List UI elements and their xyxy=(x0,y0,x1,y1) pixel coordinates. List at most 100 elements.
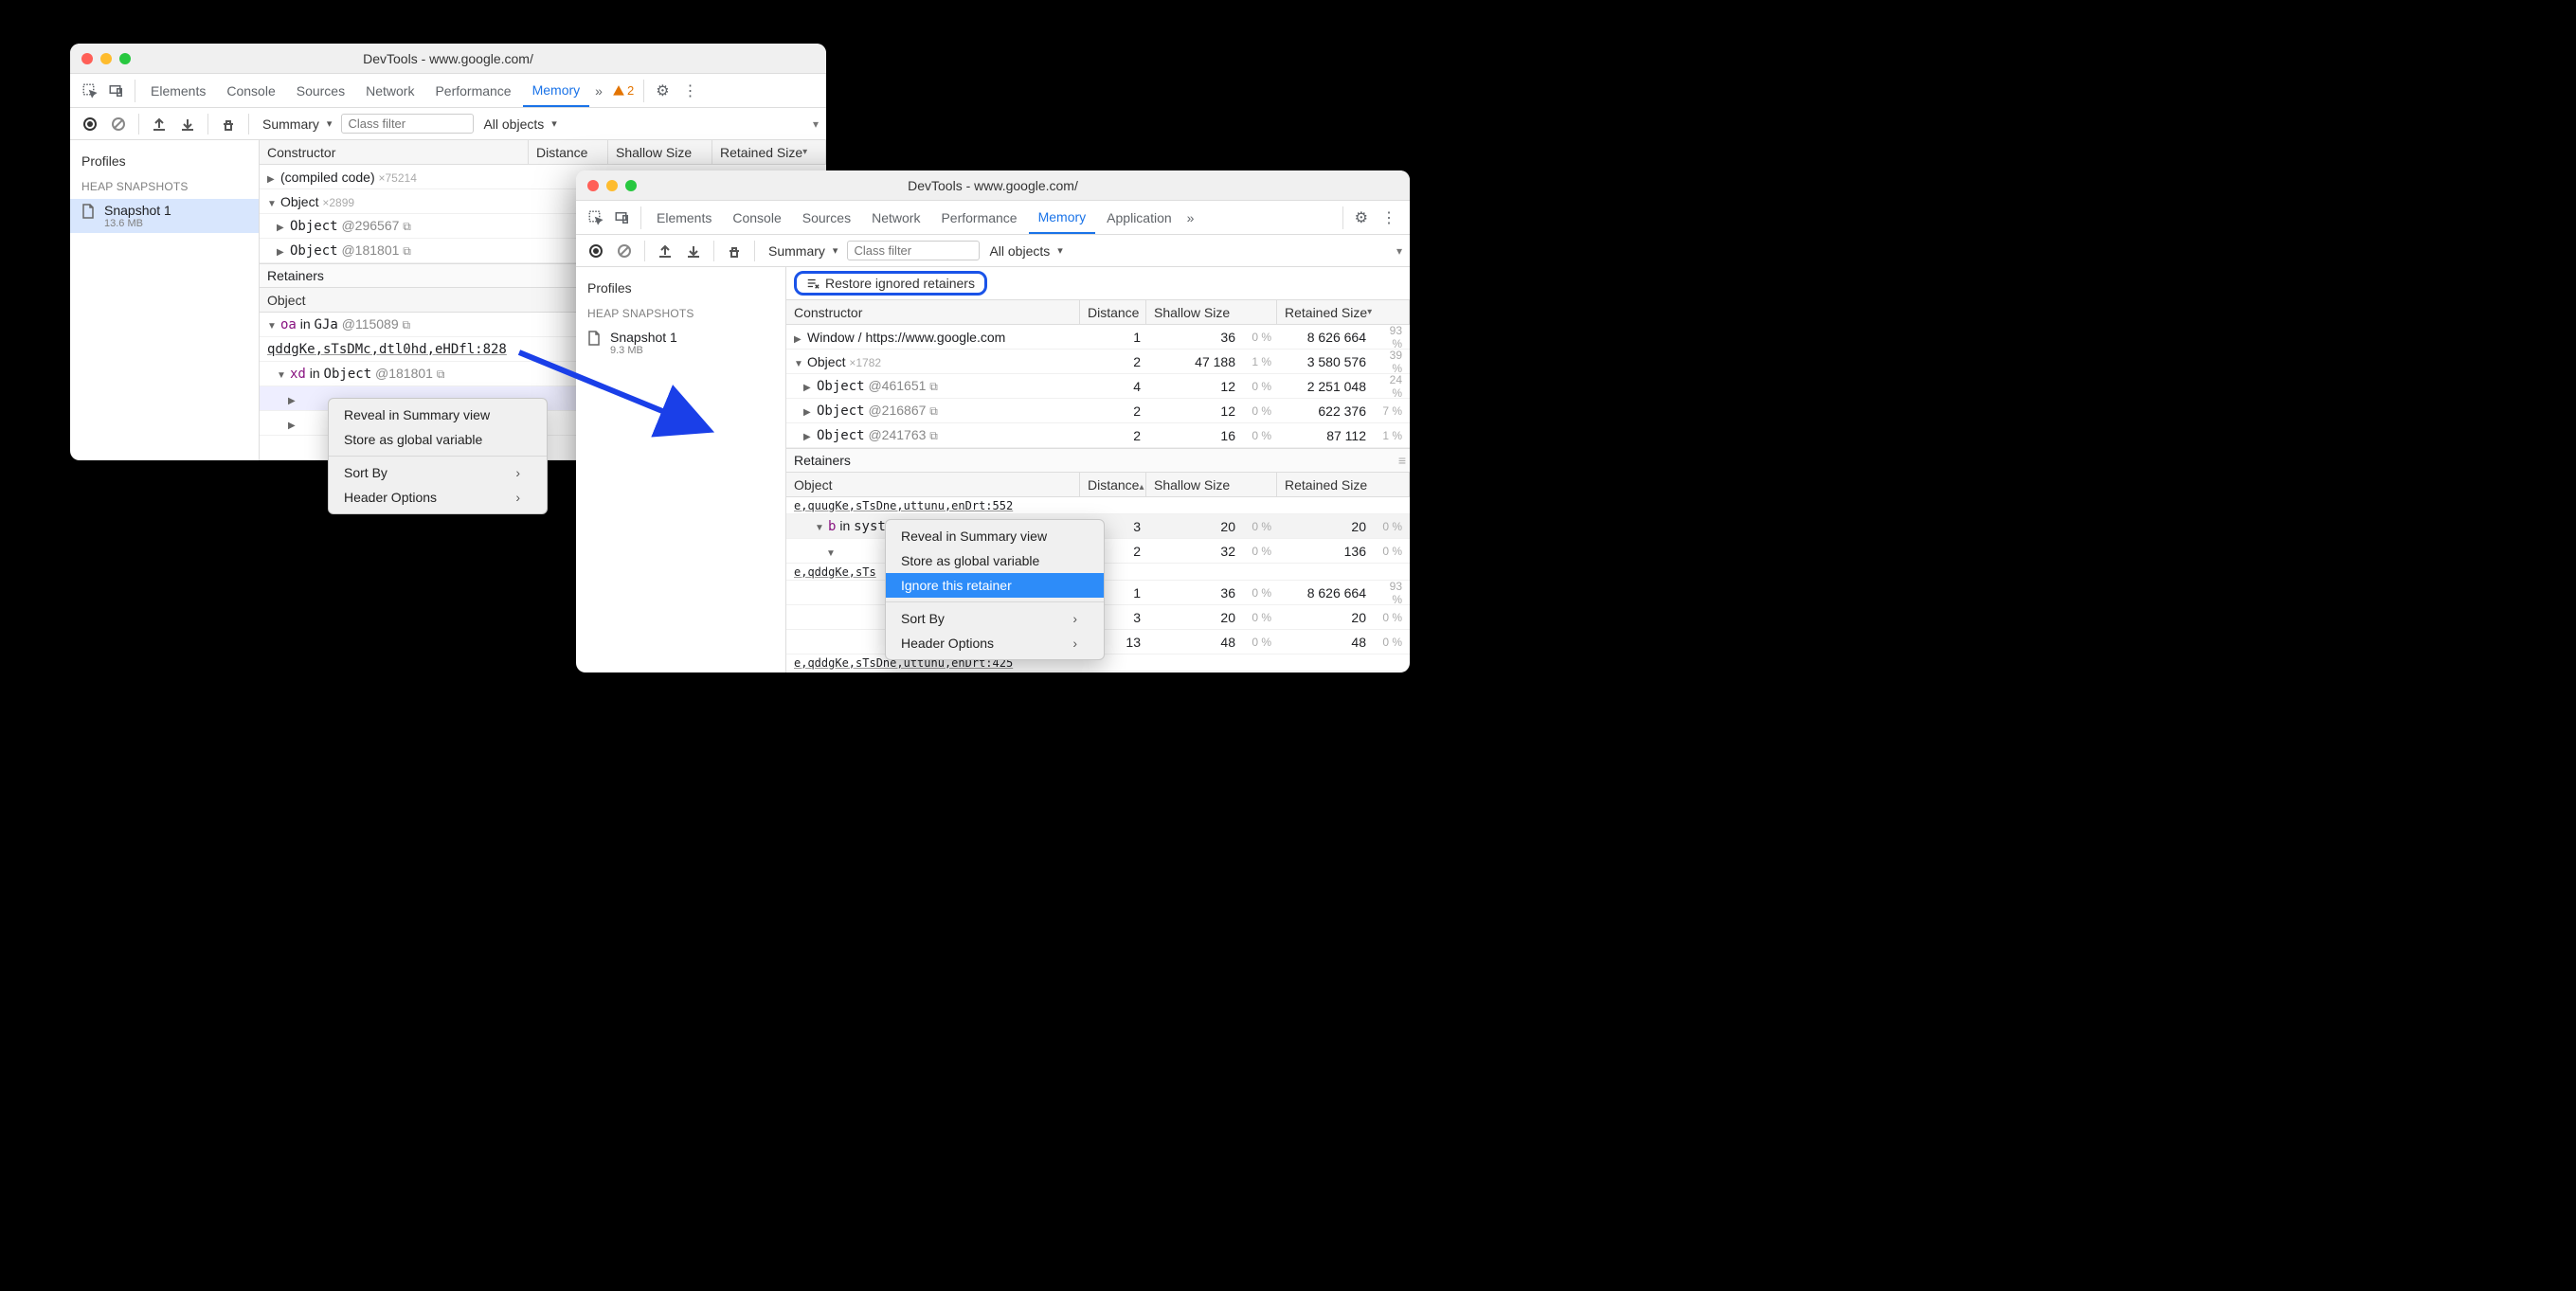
memory-toolbar: Summary All objects ▾ xyxy=(70,108,826,140)
gc-icon[interactable] xyxy=(722,239,747,263)
device-toggle-icon[interactable] xyxy=(610,206,635,230)
expander-icon[interactable]: ▼ xyxy=(267,321,279,332)
expander-icon[interactable]: ▼ xyxy=(794,359,805,369)
expander-icon[interactable]: ▼ xyxy=(815,523,826,533)
tab-console[interactable]: Console xyxy=(723,203,790,233)
kebab-icon[interactable]: ⋮ xyxy=(677,81,704,100)
scope-select[interactable]: All objects xyxy=(983,243,1068,259)
tab-sources[interactable]: Sources xyxy=(793,203,860,233)
tab-network[interactable]: Network xyxy=(862,203,929,233)
col-distance[interactable]: Distance xyxy=(1080,300,1146,324)
toolbar-caret-icon[interactable]: ▾ xyxy=(813,117,819,131)
more-tabs-icon[interactable]: » xyxy=(591,83,606,99)
menu-store-global[interactable]: Store as global variable xyxy=(886,548,1104,573)
expander-icon[interactable]: ▶ xyxy=(288,396,299,406)
download-icon[interactable] xyxy=(175,112,200,136)
tab-icon: ⧉ xyxy=(929,380,938,393)
col-shallow[interactable]: Shallow Size xyxy=(1146,473,1277,496)
col-shallow[interactable]: Shallow Size xyxy=(608,140,712,164)
expander-icon[interactable]: ▶ xyxy=(277,223,288,233)
sidebar-section: HEAP SNAPSHOTS xyxy=(576,301,785,326)
col-retained[interactable]: Retained Size xyxy=(712,140,826,164)
tab-sources[interactable]: Sources xyxy=(287,76,354,106)
device-toggle-icon[interactable] xyxy=(104,79,129,103)
zoom-icon[interactable] xyxy=(625,180,637,191)
tab-elements[interactable]: Elements xyxy=(141,76,215,106)
expander-icon[interactable]: ▼ xyxy=(277,370,288,381)
view-mode-select[interactable]: Summary xyxy=(257,117,337,132)
zoom-icon[interactable] xyxy=(119,53,131,64)
col-distance[interactable]: Distance xyxy=(529,140,608,164)
constructor-row[interactable]: ▶Object @241763 ⧉ 2 160 % 87 1121 % xyxy=(786,423,1410,448)
clear-icon[interactable] xyxy=(612,239,637,263)
upload-icon[interactable] xyxy=(653,239,677,263)
traffic-lights xyxy=(81,53,131,64)
expander-icon[interactable]: ▼ xyxy=(267,199,279,209)
tab-performance[interactable]: Performance xyxy=(425,76,520,106)
menu-reveal-summary[interactable]: Reveal in Summary view xyxy=(329,403,547,427)
col-retained[interactable]: Retained Size xyxy=(1277,473,1410,496)
col-object[interactable]: Object xyxy=(786,473,1080,496)
upload-icon[interactable] xyxy=(147,112,171,136)
view-mode-select[interactable]: Summary xyxy=(763,243,843,259)
tab-memory[interactable]: Memory xyxy=(1029,202,1096,234)
close-icon[interactable] xyxy=(587,180,599,191)
constructor-row[interactable]: ▼Object ×1782 2 47 1881 % 3 580 57639 % xyxy=(786,350,1410,374)
inspect-icon[interactable] xyxy=(78,79,102,103)
tab-network[interactable]: Network xyxy=(356,76,423,106)
inspect-icon[interactable] xyxy=(584,206,608,230)
gc-icon[interactable] xyxy=(216,112,241,136)
menu-store-global[interactable]: Store as global variable xyxy=(329,427,547,452)
kebab-icon[interactable]: ⋮ xyxy=(1376,208,1402,227)
tab-elements[interactable]: Elements xyxy=(647,203,721,233)
restore-ignored-retainers-button[interactable]: Restore ignored retainers xyxy=(794,271,987,296)
menu-sort-by[interactable]: Sort By xyxy=(329,460,547,485)
clear-icon[interactable] xyxy=(106,112,131,136)
sidebar-title: Profiles xyxy=(576,275,785,301)
class-filter-input[interactable] xyxy=(341,114,474,134)
expander-icon[interactable]: ▶ xyxy=(794,334,805,345)
minimize-icon[interactable] xyxy=(100,53,112,64)
class-filter-input[interactable] xyxy=(847,241,980,260)
warning-count: 2 xyxy=(627,83,634,98)
tab-performance[interactable]: Performance xyxy=(931,203,1026,233)
toolbar-caret-icon[interactable]: ▾ xyxy=(1396,244,1402,258)
expander-icon[interactable]: ▶ xyxy=(803,432,815,442)
minimize-icon[interactable] xyxy=(606,180,618,191)
hamburger-icon[interactable]: ≡ xyxy=(1398,453,1406,468)
col-constructor[interactable]: Constructor xyxy=(786,300,1080,324)
constructor-row[interactable]: ▶Window / https://www.google.com 1 360 %… xyxy=(786,325,1410,350)
download-icon[interactable] xyxy=(681,239,706,263)
menu-sort-by[interactable]: Sort By xyxy=(886,606,1104,631)
expander-icon[interactable]: ▶ xyxy=(803,407,815,418)
expander-icon[interactable]: ▶ xyxy=(803,383,815,393)
constructor-grid-header: Constructor Distance Shallow Size Retain… xyxy=(260,140,826,165)
scope-select[interactable]: All objects xyxy=(477,117,562,132)
expander-icon[interactable]: ▶ xyxy=(277,247,288,258)
tab-console[interactable]: Console xyxy=(217,76,284,106)
col-shallow[interactable]: Shallow Size xyxy=(1146,300,1277,324)
menu-header-options[interactable]: Header Options xyxy=(329,485,547,510)
close-icon[interactable] xyxy=(81,53,93,64)
more-tabs-icon[interactable]: » xyxy=(1183,210,1198,225)
settings-icon[interactable]: ⚙ xyxy=(1349,208,1374,227)
expander-icon[interactable]: ▶ xyxy=(288,421,299,431)
warning-badge[interactable]: 2 xyxy=(608,83,638,98)
col-constructor[interactable]: Constructor xyxy=(260,140,529,164)
snapshot-item[interactable]: Snapshot 1 13.6 MB xyxy=(70,199,259,233)
settings-icon[interactable]: ⚙ xyxy=(650,81,675,100)
expander-icon[interactable]: ▶ xyxy=(267,174,279,185)
menu-ignore-retainer[interactable]: Ignore this retainer xyxy=(886,573,1104,598)
col-retained[interactable]: Retained Size xyxy=(1277,300,1410,324)
tab-application[interactable]: Application xyxy=(1097,203,1181,233)
constructor-row[interactable]: ▶Object @461651 ⧉ 4 120 % 2 251 04824 % xyxy=(786,374,1410,399)
retainer-row[interactable]: e,quugKe,sTsDne,uttunu,enDrt:552 xyxy=(786,497,1410,514)
constructor-row[interactable]: ▶Object @216867 ⧉ 2 120 % 622 3767 % xyxy=(786,399,1410,423)
record-icon[interactable] xyxy=(584,239,608,263)
record-icon[interactable] xyxy=(78,112,102,136)
menu-header-options[interactable]: Header Options xyxy=(886,631,1104,655)
tab-memory[interactable]: Memory xyxy=(523,75,590,107)
tab-icon: ⧉ xyxy=(403,244,411,258)
expander-icon[interactable]: ▼ xyxy=(826,548,838,559)
menu-reveal-summary[interactable]: Reveal in Summary view xyxy=(886,524,1104,548)
